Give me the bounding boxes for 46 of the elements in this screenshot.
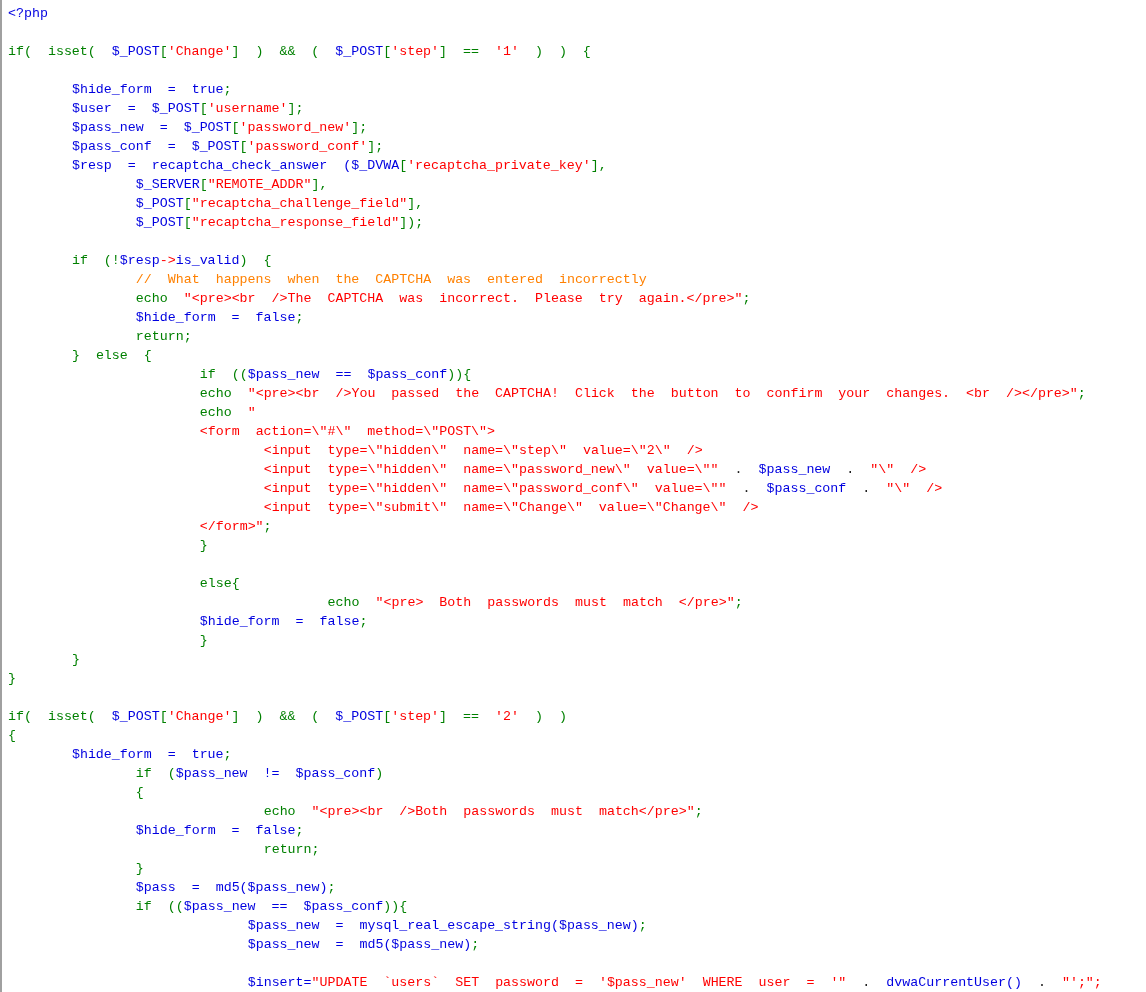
code-line: { [134, 784, 144, 802]
code-line: { [8, 727, 16, 745]
code-line: } [134, 860, 144, 878]
code-line: if (($pass_new == $pass_conf)){ [134, 898, 408, 916]
code-line: $insert="UPDATE `users` SET password = '$pass_new' WHERE user = '" . dvwaCurrentUser() . "';"; [246, 974, 1102, 992]
code-line: <input type=\"submit\" name=\"Change\" value=\"Change\" /> [262, 499, 759, 517]
code-line: $hide_form = false; [198, 613, 368, 631]
code-line: $pass = md5($pass_new); [134, 879, 336, 897]
code-line: if (!$resp->is_valid) { [70, 252, 272, 270]
code-line: $pass_new = mysql_real_escape_string($pass_new); [246, 917, 647, 935]
code-line: } else { [70, 347, 152, 365]
code-line: echo "<pre> Both passwords must match </pre>"; [326, 594, 743, 612]
code-line: // What happens when the CAPTCHA was entered incorrectly [134, 271, 647, 289]
code-line: $_POST["recaptcha_response_field"]); [134, 214, 424, 232]
code-line: </form>"; [198, 518, 272, 536]
code-line: $hide_form = true; [70, 81, 232, 99]
code-line: if ($pass_new != $pass_conf) [134, 765, 384, 783]
code-line: <input type=\"hidden\" name=\"password_conf\" value=\"" . $pass_conf . "\" /> [262, 480, 943, 498]
code-line: $pass_conf = $_POST['password_conf']; [70, 138, 384, 156]
code-line: echo "<pre><br />The CAPTCHA was incorrect. Please try again.</pre>"; [134, 290, 751, 308]
code-line: } [198, 537, 208, 555]
code-line: $hide_form = false; [134, 309, 304, 327]
code-line: if (($pass_new == $pass_conf)){ [198, 366, 472, 384]
code-line: else{ [198, 575, 240, 593]
code-line: <form action=\"#\" method=\"POST\"> [198, 423, 496, 441]
code-line: $_POST["recaptcha_challenge_field"], [134, 195, 424, 213]
code-line: echo "<pre><br />You passed the CAPTCHA! Click the button to confirm your changes. <br /></pre>"; [198, 385, 1086, 403]
code-line: <input type=\"hidden\" name=\"step\" value=\"2\" /> [262, 442, 703, 460]
code-line: } [198, 632, 208, 650]
code-line: echo "<pre><br />Both passwords must match</pre>"; [262, 803, 703, 821]
code-line: $hide_form = false; [134, 822, 304, 840]
code-line: $pass_new = $_POST['password_new']; [70, 119, 368, 137]
code-line: echo " [198, 404, 256, 422]
code-line: <?php [8, 5, 48, 23]
code-line: $_SERVER["REMOTE_ADDR"], [134, 176, 328, 194]
code-line: <input type=\"hidden\" name=\"password_new\" value=\"" . $pass_new . "\" /> [262, 461, 927, 479]
code-line: $hide_form = true; [70, 746, 232, 764]
code-line: } [8, 670, 16, 688]
code-line: } [70, 651, 80, 669]
code-line: return; [134, 328, 192, 346]
code-line: $resp = recaptcha_check_answer ($_DVWA['recaptcha_private_key'], [70, 157, 607, 175]
code-line: if( isset( $_POST['Change'] ) && ( $_POST['step'] == '2' ) ) [8, 708, 567, 726]
code-line: if( isset( $_POST['Change'] ) && ( $_POST['step'] == '1' ) ) { [8, 43, 591, 61]
code-line: $user = $_POST['username']; [70, 100, 304, 118]
code-line: $pass_new = md5($pass_new); [246, 936, 480, 954]
code-line: return; [262, 841, 320, 859]
